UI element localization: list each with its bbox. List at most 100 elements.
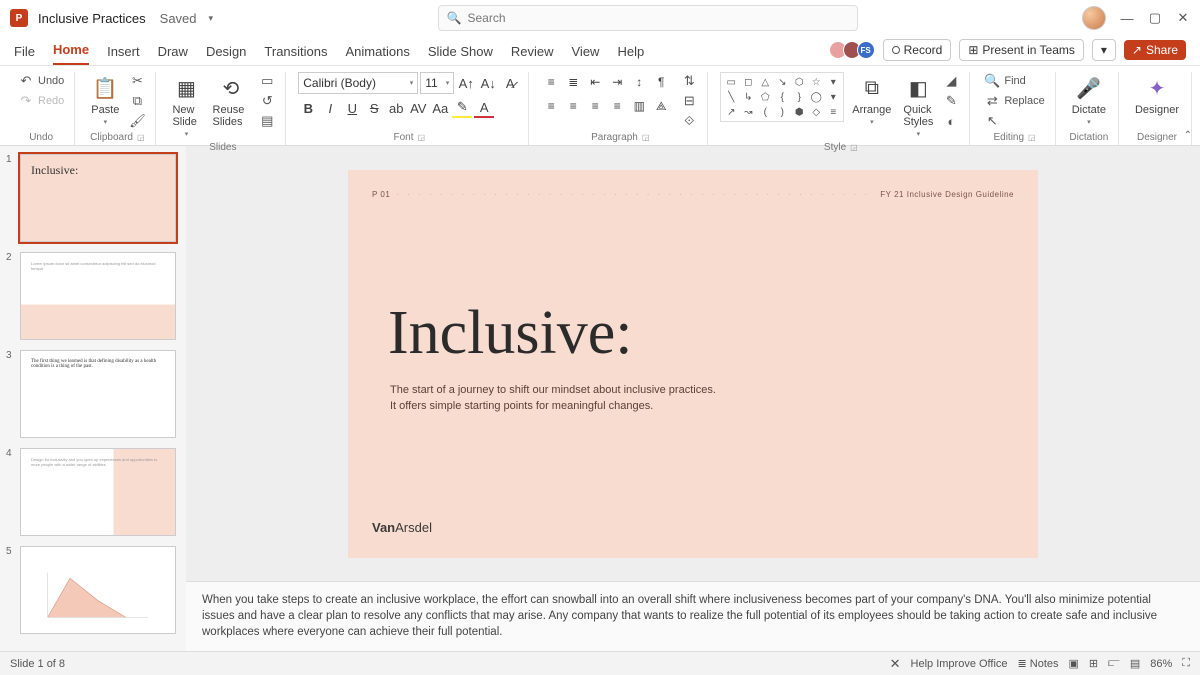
slide-canvas[interactable]: P 01 · · · · · · · · · · · · · · · · · ·… bbox=[348, 170, 1038, 558]
slide-count-status[interactable]: Slide 1 of 8 bbox=[10, 658, 65, 670]
speaker-notes[interactable]: When you take steps to create an inclusi… bbox=[186, 581, 1200, 651]
text-direction-button[interactable]: ¶ bbox=[651, 72, 671, 92]
columns-button[interactable]: ▥ bbox=[629, 96, 649, 116]
presence-avatar[interactable]: FS bbox=[857, 41, 875, 59]
minimize-button[interactable]: — bbox=[1120, 11, 1134, 25]
justify-button[interactable]: ≡ bbox=[607, 96, 627, 116]
search-input[interactable]: 🔍 Search bbox=[438, 5, 858, 31]
tab-help[interactable]: Help bbox=[617, 44, 644, 65]
ribbon-mode-button[interactable]: ▾ bbox=[1092, 39, 1116, 61]
save-status[interactable]: Saved bbox=[160, 11, 197, 26]
dictate-button[interactable]: 🎤Dictate▾ bbox=[1068, 72, 1110, 128]
layout-button[interactable]: ▭ bbox=[257, 72, 277, 90]
share-button[interactable]: ↗Share bbox=[1124, 40, 1186, 60]
tab-animations[interactable]: Animations bbox=[346, 44, 410, 65]
chevron-down-icon[interactable]: ▾ bbox=[209, 13, 214, 24]
thumbnail-item[interactable]: 3 The first thing we learned is that def… bbox=[6, 350, 180, 438]
slide-body-text[interactable]: The start of a journey to shift our mind… bbox=[390, 382, 716, 415]
dialog-launcher-icon[interactable]: ◲ bbox=[137, 133, 145, 142]
convert-smartart-button[interactable]: ⟐ bbox=[679, 112, 699, 130]
tab-slideshow[interactable]: Slide Show bbox=[428, 44, 493, 65]
strikethrough-button[interactable]: S bbox=[364, 98, 384, 118]
align-left-button[interactable]: ≡ bbox=[541, 96, 561, 116]
new-slide-button[interactable]: ▦New Slide▾ bbox=[168, 72, 204, 140]
dialog-launcher-icon[interactable]: ◲ bbox=[850, 143, 858, 152]
presence-indicators[interactable]: FS bbox=[833, 41, 875, 59]
thumbnail-item[interactable]: 5 bbox=[6, 546, 180, 634]
shape-fill-button[interactable]: ◢ bbox=[941, 72, 961, 90]
cut-button[interactable]: ✂ bbox=[127, 72, 147, 90]
decrease-indent-button[interactable]: ⇤ bbox=[585, 72, 605, 92]
paste-button[interactable]: 📋Paste▾ bbox=[87, 72, 123, 128]
copy-button[interactable]: ⧉ bbox=[127, 92, 147, 110]
italic-button[interactable]: I bbox=[320, 98, 340, 118]
zoom-level[interactable]: 86% bbox=[1150, 658, 1172, 670]
reading-view-button[interactable]: ⫍ bbox=[1108, 657, 1120, 670]
maximize-button[interactable]: ▢ bbox=[1148, 11, 1162, 25]
collapse-ribbon-button[interactable]: ⌃ bbox=[1184, 130, 1192, 141]
bold-button[interactable]: B bbox=[298, 98, 318, 118]
help-improve-link[interactable]: Help Improve Office bbox=[911, 658, 1008, 670]
select-button[interactable]: ↖ bbox=[982, 112, 1046, 130]
dialog-launcher-icon[interactable]: ◲ bbox=[642, 133, 650, 142]
normal-view-button[interactable]: ▣ bbox=[1069, 657, 1079, 670]
shape-effects-button[interactable]: ◐ bbox=[941, 112, 961, 130]
arrange-button[interactable]: ⧉Arrange▾ bbox=[848, 72, 895, 128]
replace-button[interactable]: ⇄Replace bbox=[982, 92, 1046, 110]
notes-toggle-button[interactable]: ≣Notes bbox=[1018, 657, 1059, 670]
highlight-button[interactable]: ✎ bbox=[452, 98, 472, 118]
tab-view[interactable]: View bbox=[572, 44, 600, 65]
align-center-button[interactable]: ≡ bbox=[563, 96, 583, 116]
thumbnail-item[interactable]: 2 Lorem ipsum dolor sit amet consectetur… bbox=[6, 252, 180, 340]
tab-file[interactable]: File bbox=[14, 44, 35, 65]
redo-button[interactable]: ↷Redo bbox=[16, 92, 66, 110]
slide-title[interactable]: Inclusive: bbox=[388, 298, 633, 369]
find-button[interactable]: 🔍Find bbox=[982, 72, 1046, 90]
fit-to-window-button[interactable]: ⛶ bbox=[1182, 657, 1190, 670]
character-spacing-button[interactable]: AV bbox=[408, 98, 428, 118]
font-color-button[interactable]: A bbox=[474, 98, 494, 118]
present-in-teams-button[interactable]: ⊞Present in Teams bbox=[959, 39, 1084, 61]
shape-outline-button[interactable]: ✎ bbox=[941, 92, 961, 110]
decrease-font-button[interactable]: A↓ bbox=[478, 73, 498, 93]
record-button[interactable]: Record bbox=[883, 39, 952, 61]
undo-button[interactable]: ↶Undo bbox=[16, 72, 66, 90]
bullets-button[interactable]: ≡ bbox=[541, 72, 561, 92]
thumbnail-item[interactable]: 1 Inclusive: bbox=[6, 154, 180, 242]
section-button[interactable]: ▤ bbox=[257, 112, 277, 130]
font-size-select[interactable]: 11▾ bbox=[420, 72, 454, 94]
font-name-select[interactable]: Calibri (Body)▾ bbox=[298, 72, 418, 94]
format-painter-button[interactable]: 🖌 bbox=[127, 112, 147, 130]
slide-thumbnails-panel[interactable]: 1 Inclusive: 2 Lorem ipsum dolor sit ame… bbox=[0, 146, 186, 651]
clear-formatting-button[interactable]: A̷ bbox=[500, 73, 520, 93]
close-button[interactable]: ✕ bbox=[1176, 11, 1190, 25]
tab-design[interactable]: Design bbox=[206, 44, 246, 65]
reset-button[interactable]: ↺ bbox=[257, 92, 277, 110]
tab-home[interactable]: Home bbox=[53, 42, 89, 65]
align-text-button[interactable]: ⊟ bbox=[679, 92, 699, 110]
designer-button[interactable]: ✦Designer bbox=[1131, 72, 1183, 118]
tab-transitions[interactable]: Transitions bbox=[264, 44, 327, 65]
smartart-button[interactable]: ⟁ bbox=[651, 96, 671, 116]
text-direction-button[interactable]: ⇅ bbox=[679, 72, 699, 90]
change-case-button[interactable]: Aa bbox=[430, 98, 450, 118]
quick-styles-button[interactable]: ◧Quick Styles▾ bbox=[899, 72, 937, 140]
thumbnail-item[interactable]: 4 Design for inclusivity and you open up… bbox=[6, 448, 180, 536]
slideshow-view-button[interactable]: ▤ bbox=[1130, 657, 1140, 670]
tab-draw[interactable]: Draw bbox=[158, 44, 188, 65]
tab-review[interactable]: Review bbox=[511, 44, 554, 65]
text-shadow-button[interactable]: ab bbox=[386, 98, 406, 118]
line-spacing-button[interactable]: ↕ bbox=[629, 72, 649, 92]
increase-indent-button[interactable]: ⇥ bbox=[607, 72, 627, 92]
user-avatar[interactable] bbox=[1082, 6, 1106, 30]
increase-font-button[interactable]: A↑ bbox=[456, 73, 476, 93]
tab-insert[interactable]: Insert bbox=[107, 44, 140, 65]
slide-sorter-button[interactable]: ⊞ bbox=[1089, 657, 1098, 670]
close-pane-button[interactable]: ✕ bbox=[890, 656, 901, 672]
numbering-button[interactable]: ≣ bbox=[563, 72, 583, 92]
reuse-slides-button[interactable]: ⟲Reuse Slides bbox=[209, 72, 254, 130]
dialog-launcher-icon[interactable]: ◲ bbox=[417, 133, 425, 142]
dialog-launcher-icon[interactable]: ◲ bbox=[1028, 133, 1036, 142]
shapes-gallery[interactable]: ▭◻△↘⬡☆▾ ╲↳⬠{}◯▾ ↗↝()⬢◇≡ bbox=[720, 72, 844, 122]
align-right-button[interactable]: ≡ bbox=[585, 96, 605, 116]
